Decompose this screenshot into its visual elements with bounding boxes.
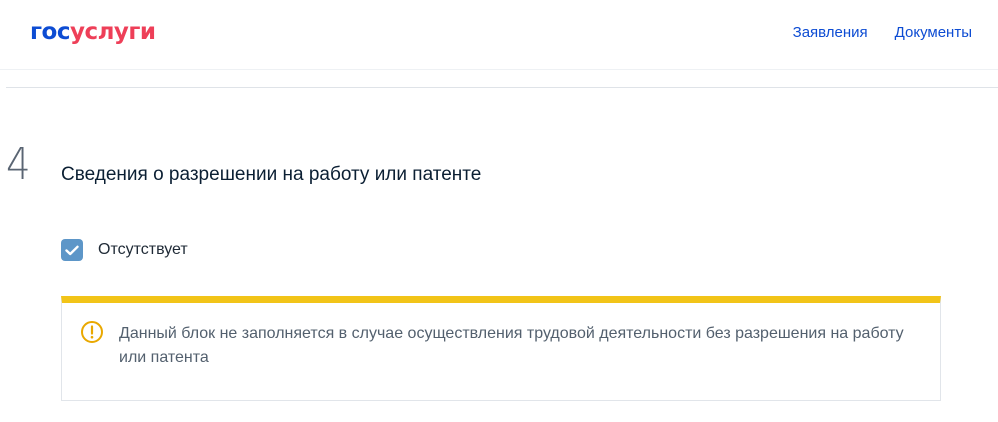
nav-link-applications[interactable]: Заявления <box>793 23 868 43</box>
gosuslugi-logo[interactable]: госуслуги <box>30 17 156 47</box>
checkmark-icon <box>65 245 79 255</box>
warning-circle-icon <box>81 321 103 343</box>
absent-checkbox-row[interactable]: Отсутствует <box>61 239 188 261</box>
top-nav: Заявления Документы <box>793 23 972 43</box>
absent-checkbox-label[interactable]: Отсутствует <box>98 239 188 261</box>
section-title: Сведения о разрешении на работу или пате… <box>61 164 482 185</box>
notice-text: Данный блок не заполняется в случае осущ… <box>119 325 904 366</box>
absent-checkbox[interactable] <box>61 239 83 261</box>
nav-link-documents[interactable]: Документы <box>895 23 972 43</box>
logo-part-gos: гос <box>30 19 70 45</box>
info-notice: Данный блок не заполняется в случае осущ… <box>61 296 941 401</box>
header: госуслуги Заявления Документы <box>0 0 998 70</box>
logo-part-uslugi: услуги <box>69 19 156 45</box>
step-number: 4 <box>6 139 31 190</box>
section-divider <box>6 87 998 88</box>
